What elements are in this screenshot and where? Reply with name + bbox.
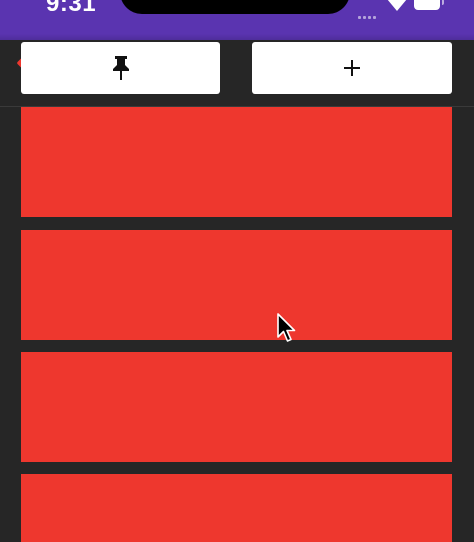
plus-icon — [344, 60, 360, 76]
signal-icon — [358, 6, 380, 19]
battery-icon — [414, 0, 444, 10]
list-item[interactable] — [21, 474, 452, 542]
list-item[interactable] — [21, 107, 452, 217]
pin-icon — [112, 56, 129, 80]
status-time: 9:31 — [46, 0, 97, 17]
wifi-icon — [387, 0, 407, 11]
card-list[interactable] — [0, 107, 474, 542]
status-bar: 9:31 — [0, 0, 474, 40]
pin-button[interactable] — [21, 42, 220, 94]
toolbar — [0, 40, 474, 107]
device-notch — [120, 0, 350, 14]
list-item[interactable] — [21, 352, 452, 462]
add-button[interactable] — [252, 42, 452, 94]
list-item[interactable] — [21, 230, 452, 340]
